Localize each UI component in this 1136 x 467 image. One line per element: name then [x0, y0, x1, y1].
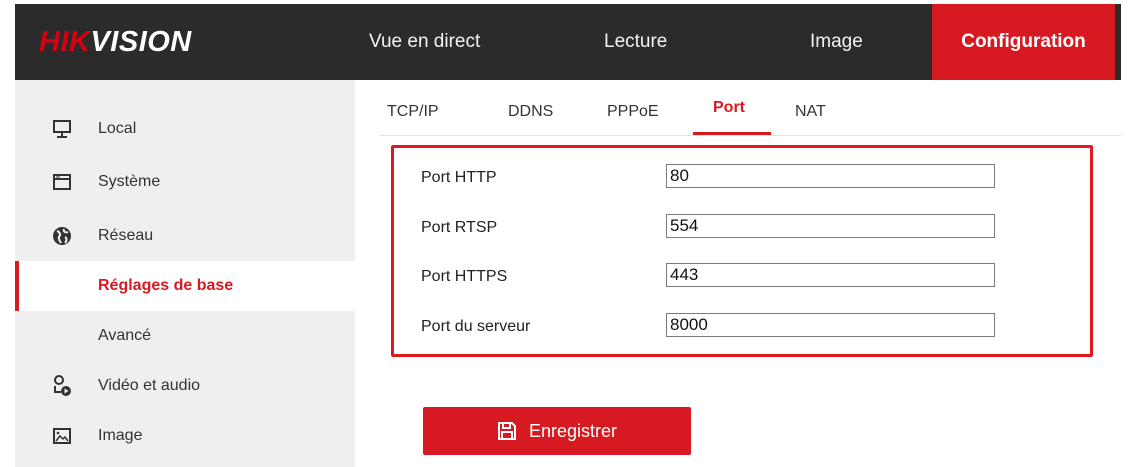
- tab-port[interactable]: Port: [713, 88, 745, 128]
- rtsp-port-input[interactable]: [666, 214, 995, 238]
- save-button-label: Enregistrer: [528, 420, 618, 441]
- sidebar-item-label: Système: [98, 173, 161, 190]
- logo-part-hik: HIK: [39, 26, 91, 58]
- hikvision-logo: HIKVISION: [39, 22, 192, 62]
- nav-live-view[interactable]: Vue en direct: [369, 4, 480, 80]
- sidebar: Local Système Réseau Réglages de base Av…: [15, 80, 355, 467]
- camera-person-icon: [52, 375, 72, 396]
- sidebar-item-image[interactable]: Image: [15, 411, 355, 461]
- sidebar-item-label: Image: [98, 427, 143, 444]
- http-port-input[interactable]: [666, 164, 995, 188]
- https-port-input[interactable]: [666, 263, 995, 287]
- top-navigation-bar: HIKVISION Vue en direct Lecture Image Co…: [15, 4, 1121, 80]
- sidebar-item-label: Avancé: [98, 327, 152, 344]
- server-port-label: Port du serveur: [421, 318, 531, 335]
- logo-part-vision: VISION: [90, 26, 192, 58]
- globe-icon: [52, 226, 72, 246]
- sidebar-item-video-audio[interactable]: Vidéo et audio: [15, 361, 355, 411]
- sidebar-item-label: Réglages de base: [98, 277, 234, 294]
- sidebar-item-network[interactable]: Réseau: [15, 211, 355, 261]
- sidebar-item-local[interactable]: Local: [15, 104, 355, 154]
- server-port-input[interactable]: [666, 313, 995, 337]
- sidebar-item-basic-settings[interactable]: Réglages de base: [15, 261, 355, 311]
- picture-icon: [52, 426, 72, 446]
- window-icon: [52, 172, 72, 192]
- sidebar-item-advanced[interactable]: Avancé: [15, 311, 355, 361]
- sidebar-item-label: Réseau: [98, 227, 154, 244]
- http-port-label: Port HTTP: [421, 169, 497, 186]
- rtsp-port-label: Port RTSP: [421, 219, 498, 236]
- sidebar-item-label: Local: [98, 120, 137, 137]
- monitor-icon: [52, 119, 72, 139]
- nav-playback[interactable]: Lecture: [604, 4, 667, 80]
- save-button[interactable]: Enregistrer: [423, 407, 691, 455]
- nav-image[interactable]: Image: [810, 4, 863, 80]
- https-port-label: Port HTTPS: [421, 268, 508, 285]
- save-icon: [497, 421, 517, 441]
- tab-tcpip[interactable]: TCP/IP: [387, 92, 439, 132]
- tab-nat[interactable]: NAT: [795, 92, 826, 132]
- active-tab-indicator: [693, 132, 771, 135]
- sidebar-item-label: Vidéo et audio: [98, 377, 201, 394]
- nav-configuration[interactable]: Configuration: [932, 4, 1115, 80]
- tab-divider: [380, 135, 1121, 136]
- tab-pppoe[interactable]: PPPoE: [607, 92, 659, 132]
- tab-ddns[interactable]: DDNS: [508, 92, 553, 132]
- sidebar-item-system[interactable]: Système: [15, 157, 355, 207]
